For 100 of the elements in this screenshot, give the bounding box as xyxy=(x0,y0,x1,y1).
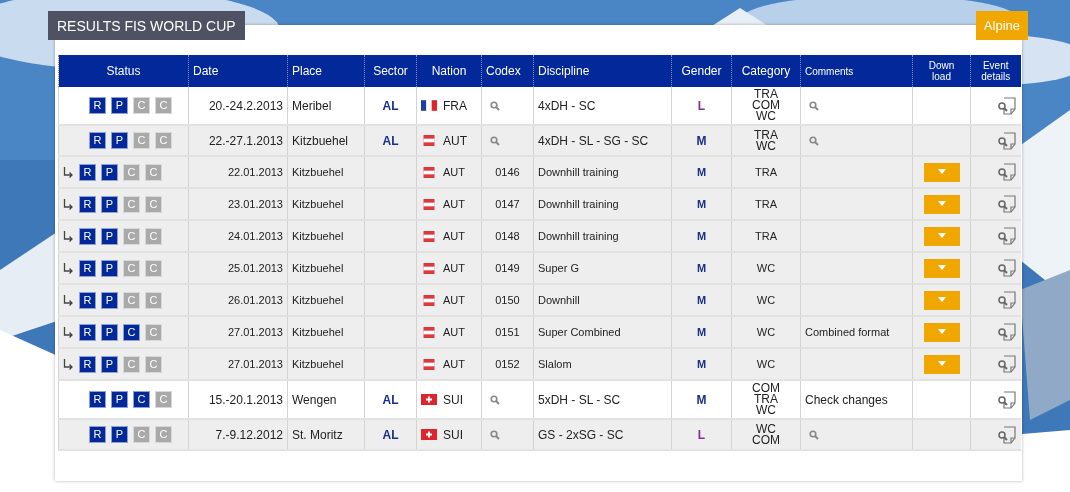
table-cell: 0146 xyxy=(481,156,534,188)
status-badge[interactable]: R xyxy=(79,355,96,373)
column-header: Comments xyxy=(800,55,913,87)
search-icon[interactable] xyxy=(490,135,500,146)
nation-code: AUT xyxy=(443,133,467,148)
table-cell: M xyxy=(671,252,732,284)
status-badge[interactable]: P xyxy=(111,97,128,114)
table-cell: Combined format xyxy=(800,316,913,348)
status-badge[interactable]: R xyxy=(79,259,96,277)
caret-icon xyxy=(936,233,947,239)
table-cell: 25.01.2013 xyxy=(188,252,288,284)
event-details-icon[interactable] xyxy=(996,390,1017,409)
search-icon[interactable] xyxy=(490,100,500,111)
status-badge[interactable]: R xyxy=(79,227,96,245)
download-button[interactable] xyxy=(923,290,960,310)
status-badge[interactable]: R xyxy=(89,391,106,408)
search-icon[interactable] xyxy=(490,429,500,440)
nation-code: AUT xyxy=(443,325,465,339)
flag-icon xyxy=(421,394,437,405)
event-details-icon[interactable] xyxy=(996,291,1017,309)
event-details-icon[interactable] xyxy=(996,131,1017,150)
table-cell: AL xyxy=(364,419,417,450)
download-button[interactable] xyxy=(923,354,960,374)
column-header: Event details xyxy=(970,55,1021,87)
download-button[interactable] xyxy=(923,226,960,246)
table-cell: 26.01.2013 xyxy=(188,284,288,316)
status-badge[interactable]: P xyxy=(101,291,118,309)
status-badge[interactable]: P xyxy=(111,391,128,408)
download-button[interactable] xyxy=(923,162,960,182)
event-details-icon[interactable] xyxy=(996,323,1017,341)
event-details-icon[interactable] xyxy=(996,425,1017,444)
table-cell: Super G xyxy=(533,252,672,284)
status-badge[interactable]: P xyxy=(111,132,128,149)
sub-arrow-icon xyxy=(63,262,74,274)
sub-arrow-icon xyxy=(63,230,74,242)
status-badge[interactable]: P xyxy=(101,163,118,181)
download-button[interactable] xyxy=(923,322,960,342)
nation-code: AUT xyxy=(443,261,465,275)
event-details-icon[interactable] xyxy=(996,96,1017,115)
status-badge[interactable]: R xyxy=(79,195,96,213)
table-cell: 0152 xyxy=(481,348,534,380)
table-cell: M xyxy=(671,125,732,156)
table-cell: Kitzbuehel xyxy=(287,188,365,220)
table-cell: 0150 xyxy=(481,284,534,316)
status-badge[interactable]: R xyxy=(89,132,106,149)
search-icon[interactable] xyxy=(809,100,819,111)
table-cell: M xyxy=(671,220,732,252)
status-badge[interactable]: R xyxy=(79,163,96,181)
table-cell: St. Moritz xyxy=(287,419,365,450)
status-badge[interactable]: R xyxy=(79,323,96,341)
nation-code: SUI xyxy=(443,392,463,407)
nation-code: AUT xyxy=(443,197,465,211)
status-badge[interactable]: C xyxy=(123,323,140,341)
event-details-icon[interactable] xyxy=(996,227,1017,245)
flag-icon xyxy=(421,429,437,440)
event-details-icon[interactable] xyxy=(996,355,1017,373)
status-badge[interactable]: R xyxy=(79,291,96,309)
column-header: Date xyxy=(188,55,288,87)
event-details-icon[interactable] xyxy=(996,259,1017,277)
event-details-icon[interactable] xyxy=(996,163,1017,181)
caret-icon xyxy=(936,169,947,175)
nation-code: AUT xyxy=(443,293,465,307)
status-badge[interactable]: P xyxy=(101,355,118,373)
status-badge[interactable]: R xyxy=(89,426,106,443)
status-badge[interactable]: P xyxy=(101,227,118,245)
table-cell: 27.01.2013 xyxy=(188,348,288,380)
status-badge[interactable]: C xyxy=(133,391,150,408)
table-cell: GS - 2xSG - SC xyxy=(533,419,672,450)
status-badge[interactable]: P xyxy=(101,259,118,277)
table-cell: Kitzbuehel xyxy=(287,220,365,252)
table-cell: WC xyxy=(731,284,801,316)
status-badge[interactable]: P xyxy=(101,195,118,213)
table-cell: 0149 xyxy=(481,252,534,284)
table-cell: M xyxy=(671,348,732,380)
search-icon[interactable] xyxy=(809,135,819,146)
column-header: Place xyxy=(287,55,365,87)
search-icon[interactable] xyxy=(809,429,819,440)
table-cell: AL xyxy=(364,125,417,156)
caret-icon xyxy=(936,201,947,207)
table-cell: Kitzbuehel xyxy=(287,125,365,156)
flag-icon xyxy=(421,358,437,370)
status-badge[interactable]: P xyxy=(111,426,128,443)
table-cell: 23.01.2013 xyxy=(188,188,288,220)
table-cell: WC xyxy=(731,252,801,284)
table-cell: 4xDH - SL - SG - SC xyxy=(533,125,672,156)
column-header: Nation xyxy=(416,55,482,87)
page-title: RESULTS FIS WORLD CUP xyxy=(48,11,245,40)
status-badge[interactable]: R xyxy=(89,97,106,114)
search-icon[interactable] xyxy=(490,394,500,405)
table-cell: Kitzbuehel xyxy=(287,252,365,284)
table-cell: WC xyxy=(731,348,801,380)
table-cell: 24.01.2013 xyxy=(188,220,288,252)
download-button[interactable] xyxy=(923,194,960,214)
column-header: Category xyxy=(731,55,801,87)
sub-arrow-icon xyxy=(63,294,74,306)
event-details-icon[interactable] xyxy=(996,195,1017,213)
flag-icon xyxy=(421,135,437,146)
download-button[interactable] xyxy=(923,258,960,278)
table-cell: M xyxy=(671,316,732,348)
status-badge[interactable]: P xyxy=(101,323,118,341)
